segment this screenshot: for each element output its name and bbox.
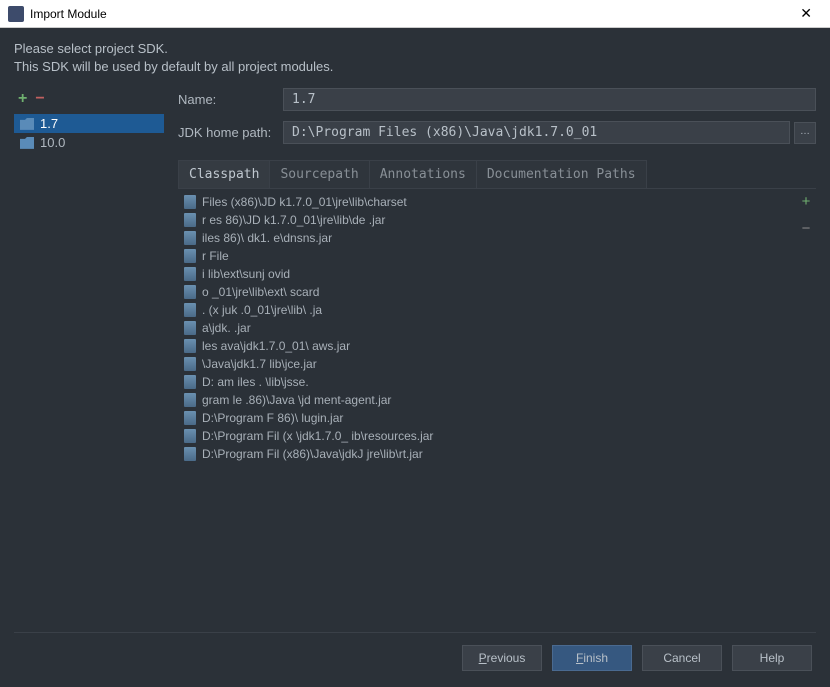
classpath-path: . (x juk .0_01\jre\lib\ .ja — [202, 303, 322, 317]
classpath-list[interactable]: Files (x86)\JD k1.7.0_01\jre\lib\charset… — [178, 189, 796, 624]
add-sdk-button[interactable]: + — [18, 90, 27, 108]
remove-sdk-button[interactable]: − — [35, 90, 44, 108]
classpath-path: Files (x86)\JD k1.7.0_01\jre\lib\charset — [202, 195, 407, 209]
header-text: Please select project SDK. This SDK will… — [14, 40, 816, 76]
jar-icon — [184, 429, 196, 443]
name-input[interactable] — [283, 88, 816, 111]
classpath-row[interactable]: i lib\ext\sunj ovid — [180, 265, 794, 283]
previous-button[interactable]: Previous — [462, 645, 542, 671]
sdk-list[interactable]: 1.7 10.0 — [14, 114, 164, 624]
classpath-path: \Java\jdk1.7 lib\jce.jar — [202, 357, 317, 371]
name-label: Name: — [178, 92, 283, 107]
classpath-row[interactable]: a\jdk. .jar — [180, 319, 794, 337]
classpath-path: r File — [202, 249, 229, 263]
help-label: Help — [760, 651, 785, 665]
jar-icon — [184, 195, 196, 209]
sdk-details: Name: JDK home path: … ClasspathSourcepa… — [178, 88, 816, 624]
header-line1: Please select project SDK. — [14, 40, 816, 58]
cancel-label: Cancel — [663, 651, 700, 665]
classpath-row[interactable]: o _01\jre\lib\ext\ scard — [180, 283, 794, 301]
path-label: JDK home path: — [178, 125, 283, 140]
cancel-button[interactable]: Cancel — [642, 645, 722, 671]
tabs: ClasspathSourcepathAnnotationsDocumentat… — [178, 160, 816, 189]
jar-icon — [184, 411, 196, 425]
sdk-panel: + − 1.7 10.0 — [14, 88, 164, 624]
dialog-body: Please select project SDK. This SDK will… — [0, 28, 830, 687]
jar-icon — [184, 447, 196, 461]
classpath-path: i lib\ext\sunj ovid — [202, 267, 290, 281]
classpath-path: D:\Program Fil (x \jdk1.7.0_ ib\resource… — [202, 429, 433, 443]
titlebar: Import Module ✕ — [0, 0, 830, 28]
classpath-path: D: am iles . \lib\jsse. — [202, 375, 309, 389]
jar-icon — [184, 285, 196, 299]
classpath-row[interactable]: D:\Program F 86)\ lugin.jar — [180, 409, 794, 427]
classpath-row[interactable]: r File — [180, 247, 794, 265]
jar-icon — [184, 321, 196, 335]
tab-classpath[interactable]: Classpath — [178, 160, 270, 188]
jar-icon — [184, 303, 196, 317]
sdk-item-label: 10.0 — [40, 135, 65, 150]
close-button[interactable]: ✕ — [790, 1, 822, 26]
path-row: JDK home path: … — [178, 121, 816, 144]
classpath-row[interactable]: Files (x86)\JD k1.7.0_01\jre\lib\charset — [180, 193, 794, 211]
previous-label: revious — [487, 651, 526, 665]
footer: Previous Finish Cancel Help — [14, 632, 816, 675]
classpath-tools: + − — [796, 189, 816, 624]
sdk-item-label: 1.7 — [40, 116, 58, 131]
classpath-path: a\jdk. .jar — [202, 321, 251, 335]
classpath-row[interactable]: D:\Program Fil (x \jdk1.7.0_ ib\resource… — [180, 427, 794, 445]
app-icon — [8, 6, 24, 22]
classpath-row[interactable]: . (x juk .0_01\jre\lib\ .ja — [180, 301, 794, 319]
sdk-item[interactable]: 10.0 — [14, 133, 164, 152]
browse-button[interactable]: … — [794, 122, 816, 144]
name-row: Name: — [178, 88, 816, 111]
folder-icon — [20, 137, 34, 149]
finish-button[interactable]: Finish — [552, 645, 632, 671]
path-input[interactable] — [283, 121, 790, 144]
jar-icon — [184, 213, 196, 227]
sdk-item[interactable]: 1.7 — [14, 114, 164, 133]
classpath-path: o _01\jre\lib\ext\ scard — [202, 285, 319, 299]
tab-content-row: Files (x86)\JD k1.7.0_01\jre\lib\charset… — [178, 189, 816, 624]
classpath-row[interactable]: r es 86)\JD k1.7.0_01\jre\lib\de .jar — [180, 211, 794, 229]
main-area: + − 1.7 10.0 Name: JDK home path: … Class… — [14, 88, 816, 624]
classpath-path: D:\Program Fil (x86)\Java\jdkJ jre\lib\r… — [202, 447, 423, 461]
classpath-path: gram le .86)\Java \jd ment-agent.jar — [202, 393, 391, 407]
classpath-path: D:\Program F 86)\ lugin.jar — [202, 411, 343, 425]
jar-icon — [184, 393, 196, 407]
jar-icon — [184, 267, 196, 281]
classpath-row[interactable]: les ava\jdk1.7.0_01\ aws.jar — [180, 337, 794, 355]
jar-icon — [184, 375, 196, 389]
jar-icon — [184, 357, 196, 371]
window-title: Import Module — [30, 7, 790, 21]
jar-icon — [184, 339, 196, 353]
tab-documentation-paths[interactable]: Documentation Paths — [476, 160, 647, 188]
tab-sourcepath[interactable]: Sourcepath — [269, 160, 369, 188]
classpath-row[interactable]: D: am iles . \lib\jsse. — [180, 373, 794, 391]
jar-icon — [184, 249, 196, 263]
classpath-path: les ava\jdk1.7.0_01\ aws.jar — [202, 339, 350, 353]
classpath-path: iles 86)\ dk1. e\dnsns.jar — [202, 231, 332, 245]
finish-label: inish — [583, 651, 608, 665]
classpath-row[interactable]: D:\Program Fil (x86)\Java\jdkJ jre\lib\r… — [180, 445, 794, 463]
tab-annotations[interactable]: Annotations — [369, 160, 477, 188]
add-classpath-button[interactable]: + — [802, 193, 811, 210]
classpath-row[interactable]: iles 86)\ dk1. e\dnsns.jar — [180, 229, 794, 247]
classpath-path: r es 86)\JD k1.7.0_01\jre\lib\de .jar — [202, 213, 385, 227]
classpath-row[interactable]: gram le .86)\Java \jd ment-agent.jar — [180, 391, 794, 409]
jar-icon — [184, 231, 196, 245]
folder-icon — [20, 118, 34, 130]
help-button[interactable]: Help — [732, 645, 812, 671]
remove-classpath-button[interactable]: − — [802, 220, 811, 237]
classpath-row[interactable]: \Java\jdk1.7 lib\jce.jar — [180, 355, 794, 373]
header-line2: This SDK will be used by default by all … — [14, 58, 816, 76]
sdk-tools: + − — [14, 88, 164, 114]
